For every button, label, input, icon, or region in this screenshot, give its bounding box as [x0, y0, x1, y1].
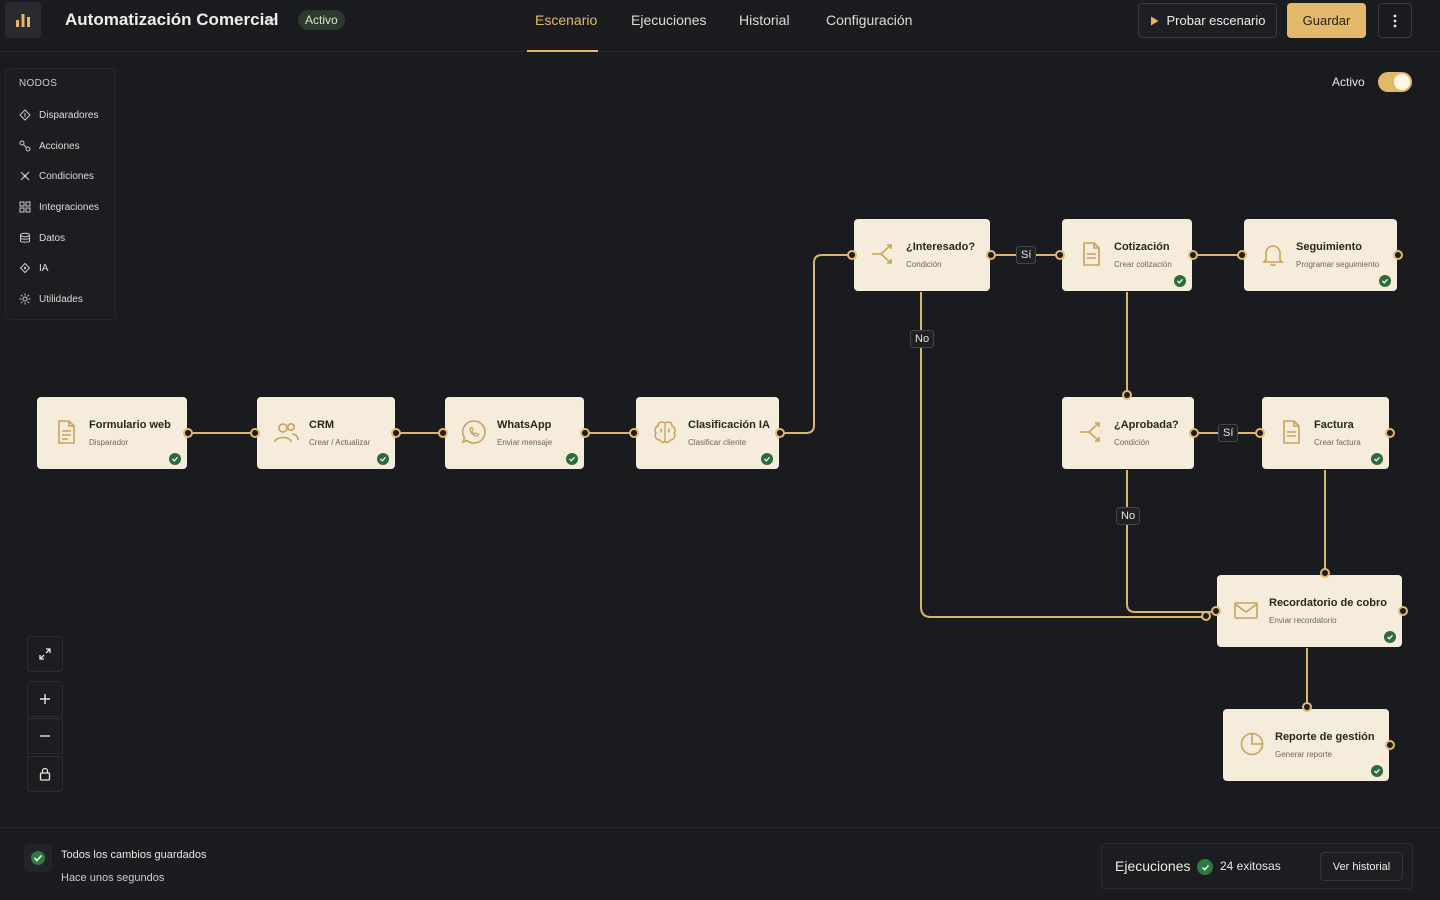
executions-summary: Ejecuciones 24 exitosas Ver historial: [1101, 843, 1413, 889]
success-check-icon: [1384, 631, 1396, 643]
save-status-text: Todos los cambios guardados: [61, 849, 207, 861]
expand-icon: [39, 648, 51, 660]
node-whatsapp[interactable]: WhatsApp Enviar mensaje: [445, 397, 584, 469]
node-title: ¿Aprobada?: [1114, 419, 1179, 431]
node-subtitle: Enviar mensaje: [497, 438, 553, 447]
output-port[interactable]: [1398, 606, 1408, 616]
mail-icon: [1234, 602, 1258, 619]
executions-label: Ejecuciones: [1115, 858, 1191, 874]
whatsapp-icon: [461, 420, 486, 444]
node-interesado[interactable]: ¿Interesado? Condición: [854, 219, 990, 291]
input-port[interactable]: [629, 428, 639, 438]
output-port[interactable]: [986, 250, 996, 260]
input-port[interactable]: [1201, 611, 1211, 621]
success-check-icon: [1197, 859, 1213, 875]
output-port[interactable]: [391, 428, 401, 438]
users-icon: [274, 423, 299, 443]
input-port[interactable]: [847, 250, 857, 260]
zoom-in-button[interactable]: [27, 681, 63, 717]
input-port[interactable]: [1320, 568, 1330, 578]
edge-label-si[interactable]: Sí: [1218, 424, 1239, 442]
node-subtitle: Programar seguimiento: [1296, 260, 1380, 269]
node-title: WhatsApp: [497, 419, 552, 431]
success-check-icon: [377, 453, 389, 465]
output-port[interactable]: [1385, 428, 1395, 438]
node-title: Cotización: [1114, 241, 1170, 253]
edge-label-no[interactable]: No: [1116, 507, 1141, 525]
input-port[interactable]: [1255, 428, 1265, 438]
lock-canvas-button[interactable]: [27, 756, 63, 792]
node-factura[interactable]: Factura Crear factura: [1262, 397, 1389, 469]
node-title: CRM: [309, 419, 335, 431]
node-subtitle: Disparador: [89, 438, 129, 447]
output-port[interactable]: [775, 428, 785, 438]
node-title: Factura: [1314, 419, 1354, 431]
edge-ia-interesado: [780, 254, 852, 434]
success-check-icon: [1371, 453, 1383, 465]
output-port[interactable]: [183, 428, 193, 438]
input-port[interactable]: [1302, 702, 1312, 712]
lock-icon: [39, 767, 51, 781]
node-reporte-gestion[interactable]: Reporte de gestión Generar reporte: [1223, 709, 1389, 781]
edge-label-si[interactable]: Sí: [1016, 246, 1037, 264]
node-recordatorio-cobro[interactable]: Recordatorio de cobro Enviar recordatori…: [1217, 575, 1402, 647]
output-port[interactable]: [1393, 250, 1403, 260]
document-icon: [1283, 420, 1300, 444]
zoom-out-button[interactable]: [27, 718, 63, 754]
node-subtitle: Condición: [906, 260, 942, 269]
node-title: Reporte de gestión: [1275, 731, 1375, 743]
input-port[interactable]: [250, 428, 260, 438]
fit-view-button[interactable]: [27, 636, 63, 672]
split-icon: [1080, 422, 1100, 442]
saved-check-icon: [24, 844, 52, 872]
node-subtitle: Crear / Actualizar: [309, 438, 371, 447]
document-icon: [58, 420, 75, 444]
node-subtitle: Crear factura: [1314, 438, 1361, 447]
bell-icon: [1262, 245, 1284, 267]
node-title: Seguimiento: [1296, 241, 1363, 253]
save-time-text: Hace unos segundos: [61, 872, 165, 884]
node-crm[interactable]: CRM Crear / Actualizar: [257, 397, 395, 469]
node-subtitle: Enviar recordatorio: [1269, 616, 1337, 625]
success-check-icon: [1379, 275, 1391, 287]
input-port[interactable]: [438, 428, 448, 438]
node-title: Formulario web: [89, 419, 171, 431]
node-title: Clasificación IA: [688, 419, 770, 431]
node-subtitle: Condición: [1114, 438, 1150, 447]
success-check-icon: [566, 453, 578, 465]
success-check-icon: [761, 453, 773, 465]
executions-count: 24 exitosas: [1220, 859, 1281, 873]
node-subtitle: Clasificar cliente: [688, 438, 747, 447]
output-port[interactable]: [1188, 250, 1198, 260]
input-port[interactable]: [1237, 250, 1247, 260]
view-history-button[interactable]: Ver historial: [1320, 852, 1403, 881]
output-port[interactable]: [1385, 740, 1395, 750]
output-port[interactable]: [1189, 428, 1199, 438]
input-port[interactable]: [1211, 606, 1221, 616]
input-port[interactable]: [1122, 390, 1132, 400]
split-icon: [872, 244, 892, 264]
success-check-icon: [169, 453, 181, 465]
node-formulario-web[interactable]: Formulario web Disparador: [37, 397, 187, 469]
pie-chart-icon: [1240, 732, 1264, 756]
success-check-icon: [1371, 765, 1383, 777]
plus-icon: [40, 694, 50, 704]
node-clasificacion-ia[interactable]: Clasificación IA Clasificar cliente: [636, 397, 779, 469]
node-aprobada[interactable]: ¿Aprobada? Condición: [1062, 397, 1194, 469]
edge-aprobada-recordatorio: [1126, 470, 1216, 613]
node-seguimiento[interactable]: Seguimiento Programar seguimiento: [1244, 219, 1397, 291]
success-check-icon: [1174, 275, 1186, 287]
output-port[interactable]: [580, 428, 590, 438]
node-title: ¿Interesado?: [906, 241, 976, 253]
minus-icon: [40, 735, 50, 737]
node-subtitle: Crear cotización: [1114, 260, 1172, 269]
node-cotizacion[interactable]: Cotización Crear cotización: [1062, 219, 1192, 291]
input-port[interactable]: [1055, 250, 1065, 260]
node-title: Recordatorio de cobro: [1269, 597, 1387, 609]
node-subtitle: Generar reporte: [1275, 750, 1332, 759]
brain-icon: [654, 421, 676, 444]
document-icon: [1083, 242, 1100, 266]
edge-label-no[interactable]: No: [910, 330, 935, 348]
